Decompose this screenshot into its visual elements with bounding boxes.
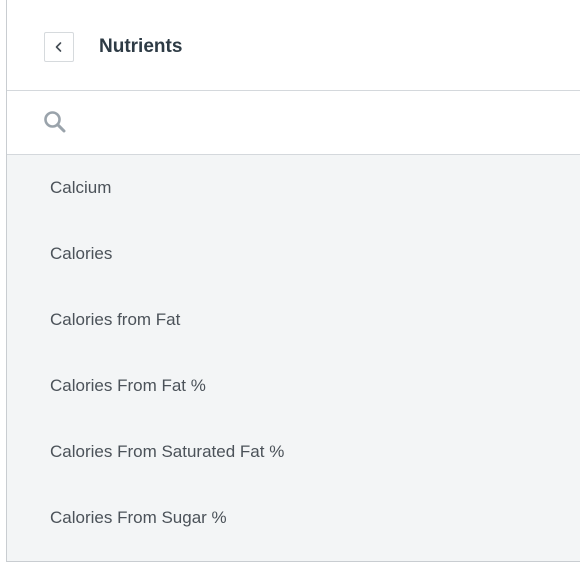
- search-bar: [7, 91, 580, 155]
- page-title: Nutrients: [99, 36, 183, 57]
- back-button[interactable]: [44, 32, 74, 62]
- list-item[interactable]: Calories: [7, 221, 580, 287]
- list-item[interactable]: Calories From Sugar %: [7, 485, 580, 551]
- list-item[interactable]: Calories from Fat: [7, 287, 580, 353]
- list-item[interactable]: Calories From Saturated Fat %: [7, 419, 580, 485]
- list-item[interactable]: Calcium: [7, 155, 580, 221]
- nutrient-list: Calcium Calories Calories from Fat Calor…: [7, 155, 580, 561]
- nutrients-panel: Nutrients Calcium Calories Calories from…: [6, 0, 580, 562]
- search-input[interactable]: [77, 103, 561, 143]
- panel-header: Nutrients: [7, 6, 580, 91]
- search-icon: [42, 109, 68, 135]
- list-item[interactable]: Calories From Fat %: [7, 353, 580, 419]
- chevron-left-icon: [54, 41, 64, 53]
